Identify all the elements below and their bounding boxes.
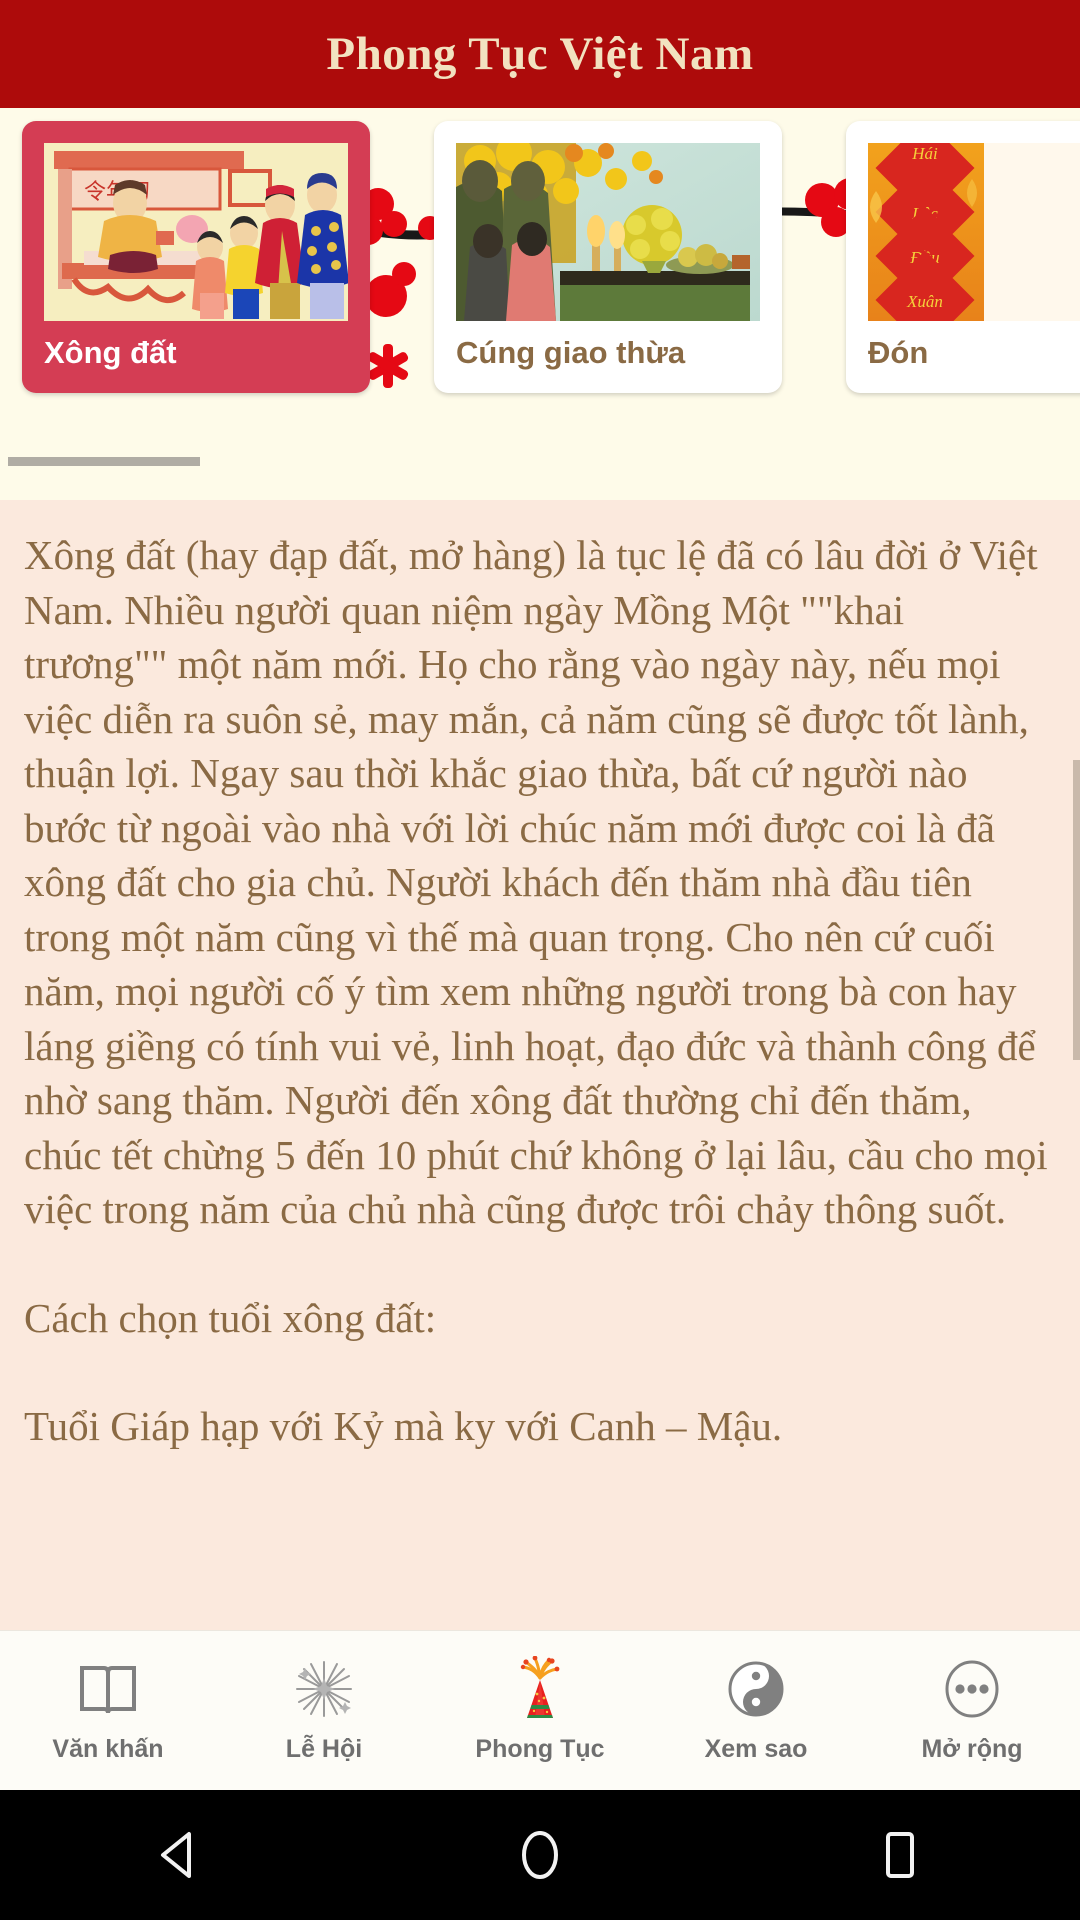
nav-item-mo-rong[interactable]: Mở rộng [864,1631,1080,1790]
sparkle-burst-icon [292,1657,356,1721]
nav-label: Lễ Hội [285,1735,363,1763]
carousel-card-don[interactable]: Hái Lộc Đầu Xuân [846,121,1080,393]
yin-yang-icon [724,1657,788,1721]
carousel-card-list[interactable]: 令年初 [0,108,1080,460]
svg-text:Hái: Hái [911,144,938,163]
nav-item-le-hoi[interactable]: Lễ Hội [216,1631,432,1790]
more-dots-icon [940,1657,1004,1721]
nav-label: Xem sao [704,1735,808,1763]
nav-label: Mở rộng [921,1735,1023,1763]
card-thumbnail-don: Hái Lộc Đầu Xuân [868,143,1080,321]
firecracker-cone-icon [508,1656,572,1721]
carousel-card-xong-dat[interactable]: 令年初 [22,121,370,393]
recents-button[interactable] [720,1824,1080,1886]
bottom-navigation-bar[interactable]: Văn khấn Lễ Hội Phong Tục Xem sao Mở rộn… [0,1630,1080,1790]
android-system-navigation-bar[interactable] [0,1790,1080,1920]
nav-label: Văn khấn [52,1735,164,1763]
card-thumbnail-cung-giao-thua [456,143,760,321]
article-paragraph-1: Xông đất (hay đạp đất, mở hàng) là tục l… [24,532,1048,1232]
carousel-scrollbar-thumb[interactable] [8,457,200,466]
card-label: Cúng giao thừa [456,335,686,370]
square-icon [886,1832,914,1878]
custom-carousel[interactable]: 令年初 [0,108,1080,500]
card-thumbnail-xong-dat: 令年初 [44,143,348,321]
back-button[interactable] [0,1824,360,1886]
circle-icon [522,1831,558,1879]
carousel-card-cung-giao-thua[interactable]: Cúng giao thừa [434,121,782,393]
article-paragraph-2: Cách chọn tuổi xông đất: [24,1294,437,1341]
article-paragraph-3: Tuổi Giáp hạp với Kỷ mà ky với Canh – Mậ… [24,1403,783,1449]
home-button[interactable] [360,1824,720,1886]
app-header: Phong Tục Việt Nam [0,0,1080,108]
triangle-left-icon [161,1832,191,1878]
nav-item-xem-sao[interactable]: Xem sao [648,1631,864,1790]
nav-item-phong-tuc[interactable]: Phong Tục [432,1631,648,1790]
article-content[interactable]: Xông đất (hay đạp đất, mở hàng) là tục l… [0,500,1080,1630]
nav-item-van-khan[interactable]: Văn khấn [0,1631,216,1790]
article-scrollbar-thumb[interactable] [1073,760,1080,1060]
card-label: Xông đất [44,335,177,370]
nav-label: Phong Tục [475,1735,605,1763]
open-book-icon [76,1657,140,1721]
page-title: Phong Tục Việt Nam [326,28,754,80]
svg-text:Xuân: Xuân [906,292,943,311]
card-label: Đón [868,335,929,370]
